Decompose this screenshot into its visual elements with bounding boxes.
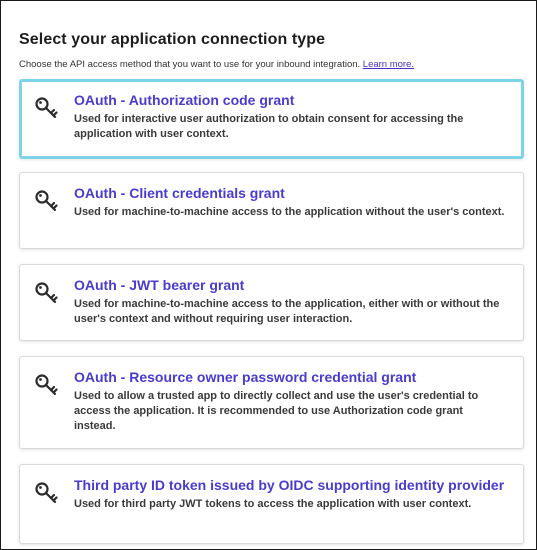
page-subtitle: Choose the API access method that you wa… [19,59,414,70]
option-card-third-party-oidc[interactable]: Third party ID token issued by OIDC supp… [19,464,524,544]
key-icon [34,481,60,507]
page-title: Select your application connection type [19,31,326,48]
subtitle-text: Choose the API access method that you wa… [19,59,361,70]
option-description: Used for interactive user authorization … [74,113,464,140]
option-description: Used for machine-to-machine access to th… [74,206,505,218]
option-title: OAuth - Authorization code grant [74,92,295,108]
option-title: Third party ID token issued by OIDC supp… [74,477,505,493]
option-description: Used to allow a trusted app to directly … [74,390,479,432]
key-icon [34,373,60,399]
option-title: OAuth - Resource owner password credenti… [74,369,417,385]
option-title: OAuth - JWT bearer grant [74,277,245,293]
key-icon [34,96,60,122]
learn-more-link[interactable]: Learn more. [363,59,414,70]
option-card-authorization-code[interactable]: OAuth - Authorization code grant Used fo… [19,79,524,159]
option-description: Used for third party JWT tokens to acces… [74,498,472,510]
option-card-jwt-bearer[interactable]: OAuth - JWT bearer grant Used for machin… [19,264,524,341]
option-card-client-credentials[interactable]: OAuth - Client credentials grant Used fo… [19,172,524,249]
key-icon [34,281,60,307]
connection-type-panel: Select your application connection type … [0,0,537,550]
option-description: Used for machine-to-machine access to th… [74,298,500,325]
key-icon [34,189,60,215]
option-card-resource-owner-password[interactable]: OAuth - Resource owner password credenti… [19,356,524,449]
option-title: OAuth - Client credentials grant [74,185,285,201]
